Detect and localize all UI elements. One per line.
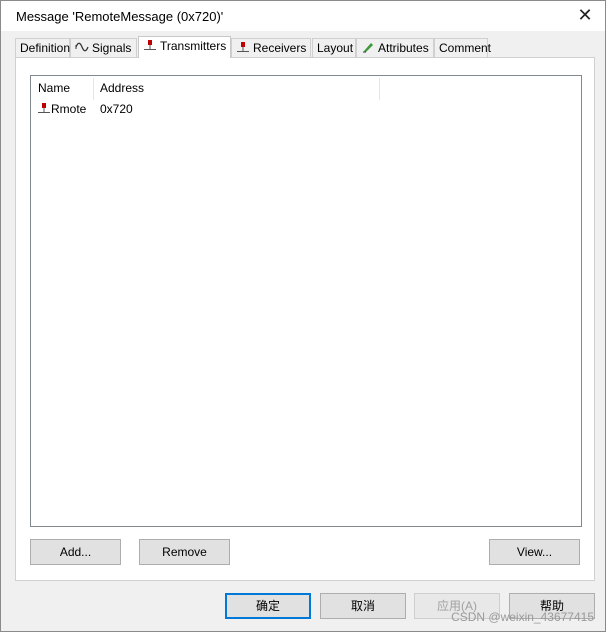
add-button-label: Add... — [59, 545, 92, 559]
row-address: 0x720 — [100, 102, 133, 116]
title-bar: Message 'RemoteMessage (0x720)' ✕ — [1, 1, 605, 31]
tab-strip: Definition Signals Transmitters Receiver… — [15, 36, 591, 58]
add-button[interactable]: Add... — [30, 539, 121, 565]
tab-definition[interactable]: Definition — [15, 38, 70, 57]
tab-comment-label: Comment — [439, 41, 492, 55]
node-icon — [37, 101, 51, 119]
cancel-button-label: 取消 — [350, 599, 375, 613]
transmitter-node-icon — [143, 38, 157, 56]
row-name: Rmote — [51, 102, 87, 116]
tab-comment[interactable]: Comment — [434, 38, 492, 57]
tab-definition-label: Definition — [20, 41, 71, 55]
tab-signals[interactable]: Signals — [70, 38, 137, 57]
transmitters-list[interactable]: Name Address Rmote 0x720 — [30, 75, 582, 527]
cancel-button[interactable]: 取消 — [320, 593, 406, 619]
tab-layout[interactable]: Layout — [312, 38, 356, 57]
tab-layout-label: Layout — [317, 41, 354, 55]
column-header-name[interactable]: Name — [31, 76, 93, 100]
tab-transmitters-label: Transmitters — [160, 39, 227, 53]
column-separator[interactable] — [379, 78, 380, 100]
window-title: Message 'RemoteMessage (0x720)' — [16, 9, 224, 24]
close-icon[interactable]: ✕ — [575, 5, 595, 25]
signal-wave-icon — [75, 40, 89, 58]
column-header-address[interactable]: Address — [93, 76, 379, 100]
transmitters-panel: Name Address Rmote 0x720 Add... Remove V… — [15, 57, 595, 581]
tab-attributes[interactable]: Attributes — [356, 38, 434, 57]
ok-button-label: 确定 — [255, 599, 280, 613]
watermark-text: CSDN @weixin_43677415 — [451, 610, 594, 624]
message-dialog: Message 'RemoteMessage (0x720)' ✕ Defini… — [0, 0, 606, 632]
receiver-node-icon — [236, 40, 250, 58]
tab-attributes-label: Attributes — [378, 41, 429, 55]
view-button-label: View... — [516, 545, 553, 559]
remove-button[interactable]: Remove — [139, 539, 230, 565]
list-item[interactable]: Rmote — [37, 100, 93, 118]
tab-signals-label: Signals — [92, 41, 132, 55]
remove-button-label: Remove — [162, 545, 207, 559]
ok-button[interactable]: 确定 — [225, 593, 311, 619]
attribute-pencil-icon — [361, 40, 375, 58]
tab-receivers[interactable]: Receivers — [231, 38, 311, 57]
tab-transmitters[interactable]: Transmitters — [138, 36, 231, 58]
tab-receivers-label: Receivers — [253, 41, 307, 55]
view-button[interactable]: View... — [489, 539, 580, 565]
